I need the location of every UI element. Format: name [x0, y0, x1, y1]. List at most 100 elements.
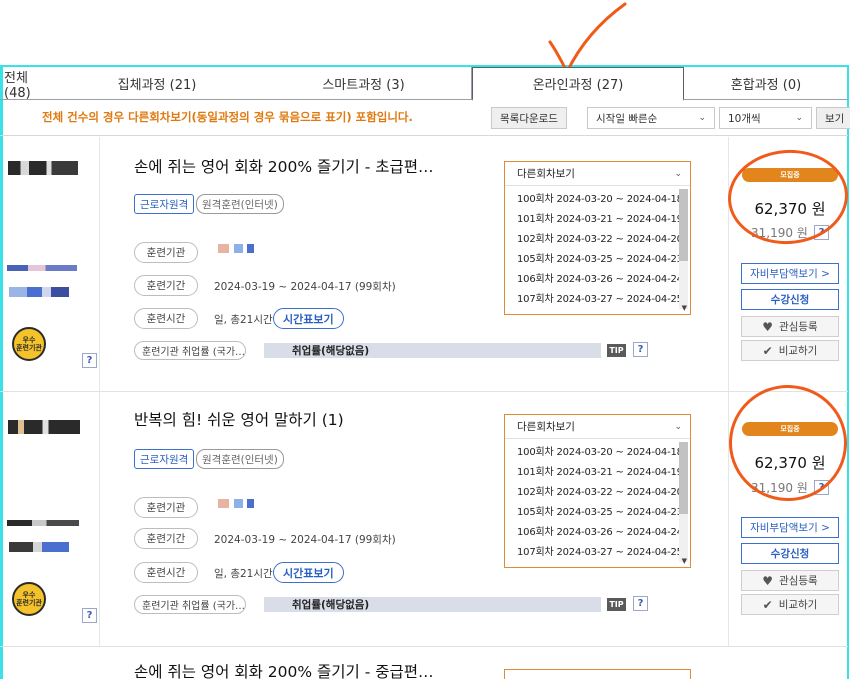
employment-rate-label: 훈련기관 취업률 (국가… [134, 341, 246, 360]
scrollbar[interactable] [679, 189, 688, 309]
tab-smart[interactable]: 스마트과정 (3) [256, 67, 472, 100]
blurred-logo [8, 161, 78, 175]
tag-remote-training: 원격훈련(인터넷) [196, 449, 284, 469]
institution-logo-area: 우수 훈련기관 ? [3, 392, 100, 646]
favorite-button[interactable]: ♥ 관심등록 [741, 570, 839, 591]
round-option[interactable]: 107회차 2024-03-27 ~ 2024-04-25 [505, 540, 683, 560]
round-option[interactable]: 102회차 2024-03-22 ~ 2024-04-20 [505, 227, 683, 247]
favorite-button[interactable]: ♥ 관심등록 [741, 316, 839, 337]
other-rounds-dropdown[interactable]: 다른회차보기 ⌄ 100회차 2024-03-20 ~ 2024-04-18 1… [504, 414, 691, 568]
round-option[interactable]: 102회차 2024-03-22 ~ 2024-04-20 [505, 480, 683, 500]
period-label: 훈련기간 [134, 275, 198, 296]
page-size-value: 10개씩 [728, 112, 761, 125]
apply-button[interactable]: 수강신청 [741, 289, 839, 310]
round-option[interactable]: 101회차 2024-03-21 ~ 2024-04-19 [505, 460, 683, 480]
blurred-logo [9, 287, 69, 297]
hours-label: 훈련시간 [134, 562, 198, 583]
self-pay-button[interactable]: 자비부담액보기 > [741, 263, 839, 284]
tag-remote-training: 원격훈련(인터넷) [196, 194, 284, 214]
check-icon: ✔ [762, 597, 773, 612]
other-rounds-header[interactable]: 다른회차보기 ⌄ [505, 415, 690, 439]
blurred-logo [7, 265, 77, 271]
help-icon[interactable]: ? [814, 480, 829, 495]
scrollbar-thumb[interactable] [679, 442, 688, 514]
help-icon[interactable]: ? [82, 608, 97, 623]
round-option[interactable]: 107회차 2024-03-27 ~ 2024-04-25 [505, 287, 683, 307]
course-price: 62,370 원 [754, 200, 826, 218]
chevron-down-icon: ⌄ [674, 168, 682, 179]
period-label: 훈련기간 [134, 528, 198, 549]
round-option[interactable]: 105회차 2024-03-25 ~ 2024-04-23 [505, 500, 683, 520]
period-value: 2024-03-19 ~ 2024-04-17 (99회차) [214, 534, 396, 546]
timetable-button[interactable]: 시간표보기 [273, 562, 344, 583]
chevron-down-icon: ⌄ [795, 113, 803, 123]
period-value: 2024-03-19 ~ 2024-04-17 (99회차) [214, 281, 396, 293]
excellent-institution-badge: 우수 훈련기관 [12, 582, 46, 616]
course-title[interactable]: 반복의 힘! 쉬운 영어 말하기 (1) [134, 408, 344, 430]
count-notice: 전체 건수의 경우 다른회차보기(동일과정의 경우 묶음으로 표기) 포함입니다… [42, 110, 413, 124]
scroll-down-arrow-icon[interactable]: ▼ [682, 304, 687, 312]
employment-rate-bar: 취업률(해당없음) [264, 343, 601, 358]
tab-online[interactable]: 온라인과정 (27) [472, 67, 684, 101]
list-download-button[interactable]: 목록다운로드 [491, 107, 567, 129]
scroll-down-arrow-icon[interactable]: ▼ [682, 557, 687, 565]
tab-all[interactable]: 전체 (48) [0, 67, 58, 101]
view-button[interactable]: 보기 [816, 107, 850, 129]
tab-classroom[interactable]: 집체과정 (21) [58, 67, 256, 100]
course-title[interactable]: 손에 쥐는 영어 회화 200% 즐기기 - 중급편… [134, 660, 434, 679]
hours-label: 훈련시간 [134, 308, 198, 329]
other-rounds-dropdown[interactable] [504, 669, 691, 679]
round-option[interactable]: 100회차 2024-03-20 ~ 2024-04-18 [505, 187, 683, 207]
page-size-select[interactable]: 10개씩 ⌄ [719, 107, 812, 129]
apply-button[interactable]: 수강신청 [741, 543, 839, 564]
hours-value: 일, 총21시간 [214, 568, 273, 580]
help-icon[interactable]: ? [82, 353, 97, 368]
other-rounds-dropdown[interactable]: 다른회차보기 ⌄ 100회차 2024-03-20 ~ 2024-04-18 1… [504, 161, 691, 315]
course-card: 우수 훈련기관 ? 반복의 힘! 쉬운 영어 말하기 (1) 근로자원격 원격훈… [0, 392, 848, 647]
round-option[interactable]: 105회차 2024-03-25 ~ 2024-04-23 [505, 247, 683, 267]
round-option[interactable]: 106회차 2024-03-26 ~ 2024-04-24 [505, 520, 683, 540]
round-option[interactable]: 101회차 2024-03-21 ~ 2024-04-19 [505, 207, 683, 227]
chevron-down-icon: ⌄ [698, 113, 706, 123]
support-price: 31,190 원 [751, 481, 808, 495]
round-option[interactable]: 100회차 2024-03-20 ~ 2024-04-18 [505, 440, 683, 460]
course-card: 우수 훈련기관 ? 손에 쥐는 영어 회화 200% 즐기기 - 초급편… 근로… [0, 137, 848, 392]
scrollbar[interactable] [679, 442, 688, 562]
timetable-button[interactable]: 시간표보기 [273, 308, 344, 329]
compare-button[interactable]: ✔ 비교하기 [741, 340, 839, 361]
round-option[interactable]: 106회차 2024-03-26 ~ 2024-04-24 [505, 267, 683, 287]
check-icon: ✔ [762, 343, 773, 358]
other-rounds-header[interactable]: 다른회차보기 ⌄ [505, 162, 690, 186]
excellent-institution-badge: 우수 훈련기관 [12, 327, 46, 361]
institution-label: 훈련기관 [134, 242, 198, 263]
heart-icon: ♥ [762, 573, 774, 588]
course-action-panel: 모집중 62,370 원 31,190 원 ? 자비부담액보기 > 수강신청 ♥… [728, 392, 848, 646]
rounds-list: 100회차 2024-03-20 ~ 2024-04-18 101회차 2024… [505, 440, 683, 560]
compare-button[interactable]: ✔ 비교하기 [741, 594, 839, 615]
sort-select[interactable]: 시작일 빠른순 ⌄ [587, 107, 715, 129]
blurred-logo [9, 542, 69, 552]
recruiting-status-badge: 모집중 [742, 168, 838, 182]
help-icon[interactable]: ? [633, 342, 648, 357]
hours-value: 일, 총21시간 [214, 314, 273, 326]
tag-worker-remote: 근로자원격 [134, 194, 195, 214]
course-price: 62,370 원 [754, 454, 826, 472]
tip-icon[interactable]: TIP [607, 344, 626, 357]
course-type-tabs: 전체 (48) 집체과정 (21) 스마트과정 (3) 온라인과정 (27) 혼… [0, 67, 848, 101]
blurred-logo [8, 420, 80, 434]
tip-icon[interactable]: TIP [607, 598, 626, 611]
self-pay-button[interactable]: 자비부담액보기 > [741, 517, 839, 538]
course-action-panel: 모집중 62,370 원 31,190 원 ? 자비부담액보기 > 수강신청 ♥… [728, 137, 848, 391]
chevron-down-icon: ⌄ [674, 421, 682, 432]
tab-blended[interactable]: 혼합과정 (0) [684, 67, 848, 100]
institution-logo-area: 우수 훈련기관 ? [3, 137, 100, 391]
scrollbar-thumb[interactable] [679, 189, 688, 261]
help-icon[interactable]: ? [633, 596, 648, 611]
support-price: 31,190 원 [751, 226, 808, 240]
employment-rate-label: 훈련기관 취업률 (국가… [134, 595, 246, 614]
help-icon[interactable]: ? [814, 225, 829, 240]
blurred-institution-name [218, 499, 254, 508]
heart-icon: ♥ [762, 319, 774, 334]
course-title[interactable]: 손에 쥐는 영어 회화 200% 즐기기 - 초급편… [134, 155, 434, 177]
sort-select-value: 시작일 빠른순 [596, 112, 658, 125]
